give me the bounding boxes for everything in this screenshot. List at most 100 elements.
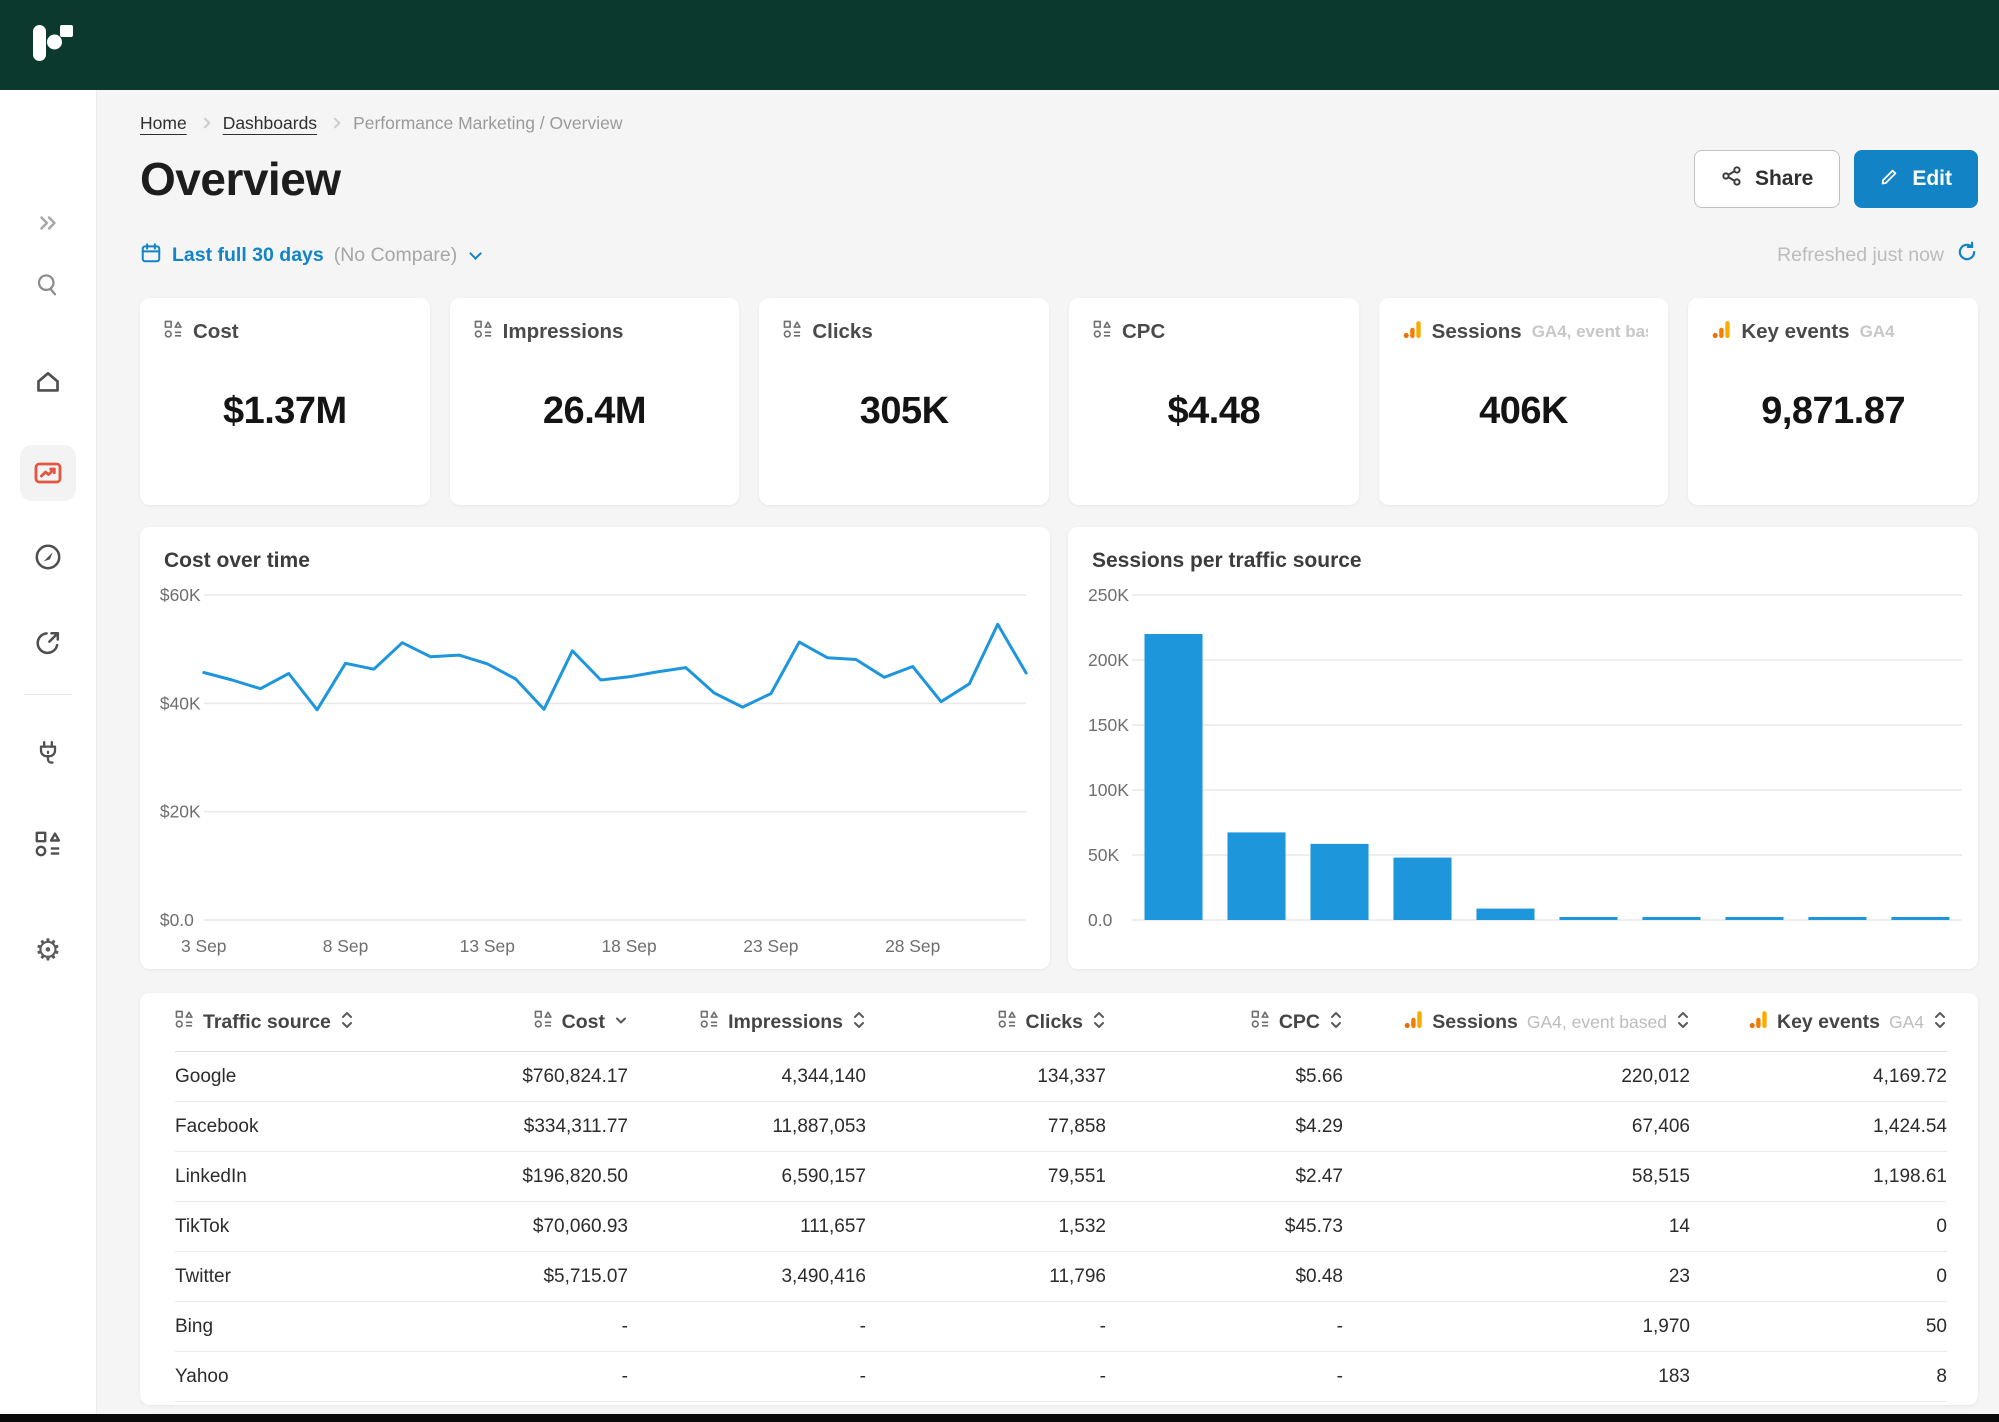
refresh-icon[interactable]: [1956, 241, 1978, 269]
bar-chart-title: Sessions per traffic source: [1092, 549, 1362, 573]
sort-toggle-icon[interactable]: [852, 1010, 866, 1035]
column-header-traffic-source[interactable]: Traffic source: [175, 993, 435, 1052]
ga-icon: [1404, 1010, 1423, 1034]
chevron-right-icon: [329, 117, 340, 128]
kpi-label: Sessions: [1432, 320, 1522, 344]
column-source-suffix: GA4, event based: [1527, 1012, 1667, 1033]
table-cell: -: [628, 1302, 866, 1352]
sort-toggle-icon[interactable]: [1933, 1010, 1947, 1035]
edit-button-label: Edit: [1912, 167, 1952, 191]
svg-text:18 Sep: 18 Sep: [601, 936, 656, 956]
explore-compass-icon[interactable]: [24, 533, 72, 581]
table-cell: -: [1106, 1352, 1343, 1402]
funnel-logo-icon[interactable]: [33, 23, 75, 68]
table-cell: $5.66: [1106, 1052, 1343, 1102]
home-icon[interactable]: [24, 358, 72, 406]
sort-toggle-icon[interactable]: [1092, 1010, 1106, 1035]
page-title: Overview: [140, 152, 341, 206]
svg-text:23 Sep: 23 Sep: [743, 936, 798, 956]
share-nodes-icon: [1721, 165, 1743, 193]
table-cell: 79,551: [866, 1152, 1106, 1202]
breadcrumb-home[interactable]: Home: [140, 113, 187, 134]
column-header-clicks[interactable]: Clicks: [866, 993, 1106, 1052]
connectors-plug-icon[interactable]: [24, 729, 72, 777]
metric-icon: [1251, 1010, 1270, 1034]
kpi-card-sessions: Sessions GA4, event bas406K: [1379, 298, 1669, 505]
kpi-card-cost: Cost$1.37M: [140, 298, 430, 505]
kpi-value: $1.37M: [140, 344, 430, 505]
table-cell: 0: [1690, 1252, 1947, 1302]
sort-toggle-icon[interactable]: [340, 1010, 354, 1035]
settings-gear-icon[interactable]: ⚙: [24, 927, 72, 975]
table-cell: $2.47: [1106, 1152, 1343, 1202]
table-row-source: LinkedIn: [175, 1152, 435, 1202]
svg-text:$60K: $60K: [160, 585, 201, 605]
table-row-source: Google: [175, 1052, 435, 1102]
metric-icon: [534, 1010, 553, 1034]
svg-text:150K: 150K: [1088, 715, 1129, 735]
screen-bottom-edge: [0, 1414, 1999, 1422]
column-header-key-events[interactable]: Key eventsGA4: [1690, 993, 1947, 1052]
kpi-value: 26.4M: [450, 344, 740, 505]
table-cell: -: [435, 1302, 628, 1352]
table-row-source: Bing: [175, 1302, 435, 1352]
dashboards-icon[interactable]: [20, 445, 76, 501]
ga-icon: [1749, 1010, 1768, 1034]
metric-icon: [700, 1010, 719, 1034]
table-cell: 4,344,140: [628, 1052, 866, 1102]
metric-icon: [998, 1010, 1017, 1034]
table-cell: 3,490,416: [628, 1252, 866, 1302]
ga-icon: [1712, 320, 1731, 344]
breadcrumb-dashboards[interactable]: Dashboards: [223, 113, 317, 134]
table-cell: -: [866, 1302, 1106, 1352]
main-content: Home Dashboards Performance Marketing / …: [97, 90, 1999, 1414]
search-icon[interactable]: [24, 261, 72, 309]
kpi-value: 9,871.87: [1688, 344, 1978, 505]
svg-text:$40K: $40K: [160, 693, 201, 713]
kpi-value: $4.48: [1069, 344, 1359, 505]
column-header-cost[interactable]: Cost: [435, 993, 628, 1052]
table-cell: $4.29: [1106, 1102, 1343, 1152]
table-row-source: Facebook: [175, 1102, 435, 1152]
edit-button[interactable]: Edit: [1854, 150, 1978, 208]
table-row-source: Twitter: [175, 1252, 435, 1302]
table-cell: 77,858: [866, 1102, 1106, 1152]
sort-descending-icon[interactable]: [614, 1010, 628, 1035]
table-cell: -: [866, 1352, 1106, 1402]
table-cell: 23: [1343, 1252, 1690, 1302]
table-cell: 8: [1690, 1352, 1947, 1402]
share-button[interactable]: Share: [1694, 150, 1840, 208]
kpi-label: Impressions: [503, 320, 624, 344]
expand-sidebar-icon[interactable]: [24, 199, 72, 247]
kpi-source: GA4, event bas: [1532, 322, 1649, 342]
chevron-right-icon: [199, 117, 210, 128]
column-header-cpc[interactable]: CPC: [1106, 993, 1343, 1052]
kpi-value: 406K: [1379, 344, 1669, 505]
date-range-filter[interactable]: Last full 30 days (No Compare): [140, 242, 480, 269]
breadcrumb: Home Dashboards Performance Marketing / …: [140, 110, 1978, 136]
column-header-impressions[interactable]: Impressions: [628, 993, 866, 1052]
sessions-bar-chart: 0.050K100K150K200K250K: [1068, 527, 1978, 969]
cost-over-time-chart: $0.0$20K$40K$60K3 Sep8 Sep13 Sep18 Sep23…: [140, 527, 1050, 969]
ga-icon: [1403, 320, 1422, 344]
kpi-card-cpc: CPC$4.48: [1069, 298, 1359, 505]
share-button-label: Share: [1755, 167, 1813, 191]
table-cell: 134,337: [866, 1052, 1106, 1102]
column-source-suffix: GA4: [1889, 1012, 1924, 1033]
sort-toggle-icon[interactable]: [1676, 1010, 1690, 1035]
column-header-sessions[interactable]: SessionsGA4, event based: [1343, 993, 1690, 1052]
export-share-icon[interactable]: [24, 619, 72, 667]
svg-text:$20K: $20K: [160, 802, 201, 822]
metric-icon: [1093, 320, 1112, 344]
table-cell: -: [435, 1352, 628, 1402]
table-cell: $760,824.17: [435, 1052, 628, 1102]
fields-icon[interactable]: [24, 820, 72, 868]
table-cell: $0.48: [1106, 1252, 1343, 1302]
kpi-label: Key events: [1741, 320, 1849, 344]
kpi-value: 305K: [759, 344, 1049, 505]
sort-toggle-icon[interactable]: [1329, 1010, 1343, 1035]
table-cell: $334,311.77: [435, 1102, 628, 1152]
pencil-icon: [1880, 166, 1900, 192]
svg-text:28 Sep: 28 Sep: [885, 936, 940, 956]
svg-text:200K: 200K: [1088, 650, 1129, 670]
